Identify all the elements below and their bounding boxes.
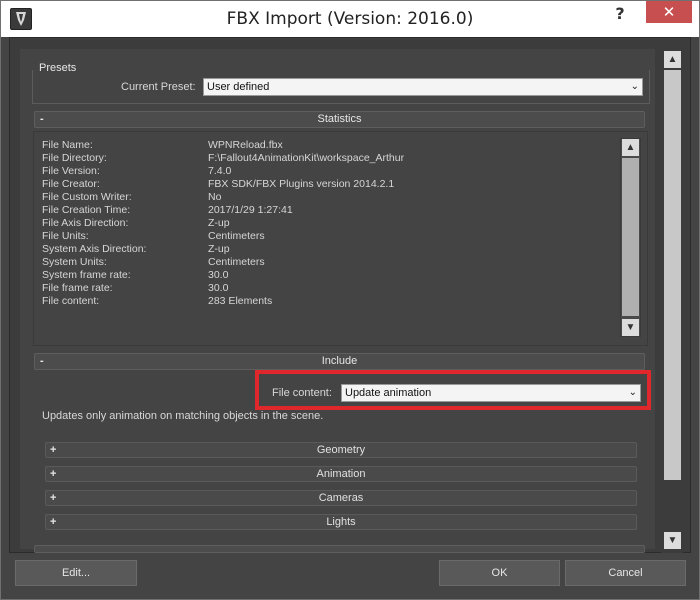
scroll-down-button[interactable]: ▼ [622,319,639,336]
ok-button[interactable]: OK [439,560,560,586]
lights-label: Lights [326,516,356,528]
statistics-label: File content: [42,295,100,307]
collapse-icon: - [40,355,44,367]
close-button[interactable]: ✕ [646,1,692,23]
current-preset-value: User defined [207,81,270,93]
lights-rollout[interactable]: + Lights [45,514,637,530]
statistics-value: WPNReload.fbx [208,139,283,151]
next-rollout-header[interactable] [34,545,645,553]
presets-legend: Presets [38,62,78,74]
statistics-value: 7.4.0 [208,165,232,177]
statistics-label: System frame rate: [42,269,131,281]
statistics-value: No [208,191,222,203]
statistics-rollout-header[interactable]: - Statistics [34,111,645,128]
current-preset-label: Current Preset: [121,81,196,93]
statistics-value: 30.0 [208,269,229,281]
statistics-value: Centimeters [208,230,265,242]
statistics-label: File frame rate: [42,282,113,294]
statistics-scrollbar[interactable]: ▲ ▼ [620,138,641,337]
statistics-value: 283 Elements [208,295,273,307]
cancel-button[interactable]: Cancel [565,560,686,586]
fbx-import-dialog: FBX Import (Version: 2016.0) ? ✕ Presets… [0,0,700,600]
geometry-label: Geometry [316,444,366,456]
geometry-rollout[interactable]: + Geometry [45,442,637,458]
statistics-label: File Version: [42,165,100,177]
statistics-value: Z-up [208,217,230,229]
scroll-down-button[interactable]: ▼ [664,532,681,549]
statistics-value: 2017/1/29 1:27:41 [208,204,293,216]
expand-icon: + [50,468,57,480]
scroll-up-button[interactable]: ▲ [664,51,681,68]
scroll-track[interactable] [622,158,639,316]
scroll-up-button[interactable]: ▲ [622,139,639,156]
statistics-value: F:\Fallout4AnimationKit\workspace_Arthur [208,152,405,164]
title-bar[interactable]: FBX Import (Version: 2016.0) ? ✕ [1,1,699,37]
scroll-thumb[interactable] [664,70,681,480]
statistics-label: System Axis Direction: [42,243,147,255]
statistics-label: File Units: [42,230,89,242]
help-button[interactable]: ? [605,3,635,25]
cameras-label: Cameras [318,492,364,504]
statistics-label: File Creation Time: [42,204,131,216]
statistics-value: Centimeters [208,256,265,268]
cameras-rollout[interactable]: + Cameras [45,490,637,506]
expand-icon: + [50,516,57,528]
expand-icon: + [50,444,57,456]
statistics-label: File Creator: [42,178,100,190]
statistics-value: Z-up [208,243,230,255]
statistics-label: File Directory: [42,152,107,164]
statistics-value: 30.0 [208,282,229,294]
window-title: FBX Import (Version: 2016.0) [226,9,474,29]
current-preset-dropdown[interactable]: User defined ⌄ [203,78,643,96]
include-title: Include [321,355,358,367]
statistics-label: File Custom Writer: [42,191,132,203]
edit-button[interactable]: Edit... [15,560,137,586]
annotation-highlight [255,370,651,410]
statistics-label: File Name: [42,139,93,151]
animation-rollout[interactable]: + Animation [45,466,637,482]
dialog-scrollbar[interactable]: ▲ ▼ [661,45,683,553]
chevron-down-icon: ⌄ [630,81,639,92]
expand-icon: + [50,492,57,504]
animation-label: Animation [316,468,366,480]
file-content-description: Updates only animation on matching objec… [42,410,324,422]
include-rollout-header[interactable]: - Include [34,353,645,370]
statistics-value: FBX SDK/FBX Plugins version 2014.2.1 [208,178,395,190]
collapse-icon: - [40,113,44,125]
statistics-title: Statistics [317,113,362,125]
statistics-label: System Units: [42,256,107,268]
statistics-label: File Axis Direction: [42,217,129,229]
